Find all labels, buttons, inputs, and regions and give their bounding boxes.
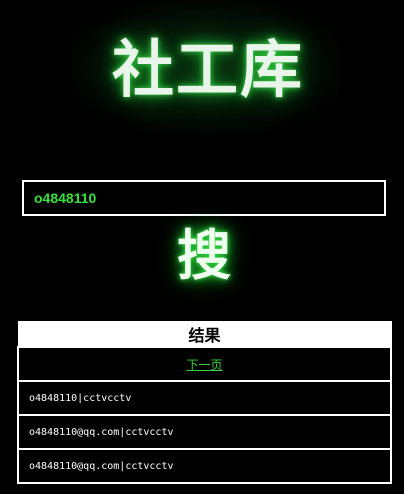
pager-row: 下一页 [17,346,392,382]
next-page-link[interactable]: 下一页 [186,358,222,372]
search-button[interactable]: 搜 [162,222,246,290]
results-header-row: 结果 [17,321,392,348]
result-cell: o4848110@qq.com|cctvcctv [17,448,392,484]
result-cell: o4848110|cctvcctv [17,380,392,416]
result-cell: o4848110@qq.com|cctvcctv [17,414,392,450]
logo: 社工库 [72,0,340,134]
table-row: o4848110@qq.com|cctvcctv [17,448,392,484]
results-table: 结果 下一页 o4848110|cctvcctv o4848110@qq.com… [17,321,392,484]
page: 社工库 搜 结果 下一页 o4848110|cctvcctv o4848110@… [0,0,404,494]
table-row: o4848110|cctvcctv [17,380,392,416]
results-header: 结果 [17,321,392,348]
search-input[interactable] [22,180,386,216]
pager-cell: 下一页 [17,346,392,382]
table-row: o4848110@qq.com|cctvcctv [17,414,392,450]
logo-text: 社工库 [112,33,305,106]
